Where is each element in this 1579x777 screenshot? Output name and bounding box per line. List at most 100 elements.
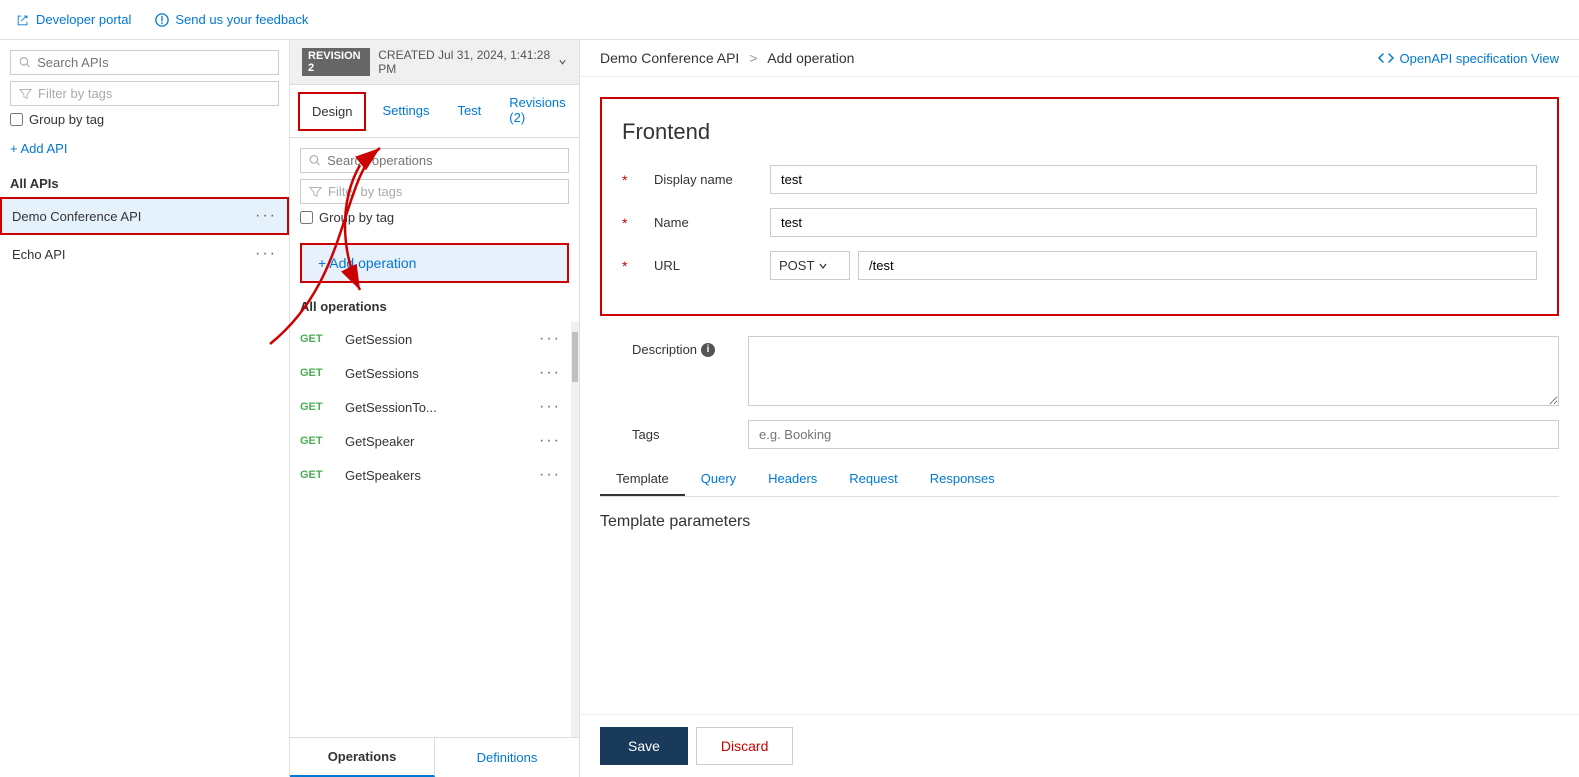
right-panel: Demo Conference API > Add operation Open… (580, 40, 1579, 777)
search-icon (19, 56, 31, 69)
frontend-section: Frontend * Display name * Name * URL (600, 97, 1559, 316)
tab-revisions[interactable]: Revisions (2) (497, 85, 577, 137)
bottom-tab-operations[interactable]: Operations (290, 738, 435, 777)
description-textarea[interactable] (748, 336, 1559, 406)
name-input[interactable] (770, 208, 1537, 237)
center-filter-icon (309, 185, 322, 198)
operation-get-session-to[interactable]: GET GetSessionTo... ··· (290, 390, 571, 424)
url-row: * URL POST (622, 251, 1537, 280)
method-value: POST (779, 258, 814, 273)
filter-icon (19, 87, 32, 100)
center-filter-label: Filter by tags (328, 184, 402, 199)
description-row: Description i (600, 336, 1559, 406)
description-info-icon: i (701, 343, 715, 357)
method-select[interactable]: POST (770, 251, 850, 280)
add-operation-button[interactable]: + Add operation (300, 243, 569, 283)
sub-tab-query[interactable]: Query (685, 463, 752, 496)
code-icon (1378, 50, 1394, 66)
api-item-menu-echo[interactable]: ··· (255, 245, 277, 263)
tags-label: Tags (632, 427, 732, 442)
url-label: URL (654, 258, 754, 273)
bottom-tab-definitions[interactable]: Definitions (435, 738, 579, 777)
search-apis-input[interactable] (37, 55, 270, 70)
operation-menu-get-sessions[interactable]: ··· (539, 364, 561, 382)
operation-name-get-sessionto: GetSessionTo... (345, 400, 437, 415)
operation-name-get-sessions: GetSessions (345, 366, 419, 381)
center-search-area: Filter by tags Group by tag (290, 138, 579, 235)
discard-button[interactable]: Discard (696, 727, 793, 765)
method-badge-get-speakers: GET (300, 469, 335, 481)
tags-input[interactable] (748, 420, 1559, 449)
center-group-by-tag-checkbox[interactable] (300, 211, 313, 224)
external-link-icon (16, 13, 30, 27)
developer-portal-link[interactable]: Developer portal (16, 12, 131, 27)
group-by-tag-row: Group by tag (10, 112, 279, 127)
center-filter-row[interactable]: Filter by tags (300, 179, 569, 204)
api-item-demo[interactable]: Demo Conference API ··· (0, 197, 289, 235)
method-badge-get-sessionto: GET (300, 401, 335, 413)
tab-design[interactable]: Design (298, 92, 366, 131)
search-operations-input[interactable] (327, 153, 560, 168)
save-button[interactable]: Save (600, 727, 688, 765)
feedback-link[interactable]: Send us your feedback (155, 12, 308, 27)
breadcrumb: Demo Conference API > Add operation (600, 50, 854, 66)
operations-list: GET GetSession ··· GET GetSessions ··· G… (290, 322, 571, 737)
template-params-title: Template parameters (600, 513, 1559, 531)
operation-get-sessions[interactable]: GET GetSessions ··· (290, 356, 571, 390)
method-badge-get-sessions: GET (300, 367, 335, 379)
sub-tab-request[interactable]: Request (833, 463, 913, 496)
center-group-by-tag-row: Group by tag (300, 210, 569, 225)
form-area: Frontend * Display name * Name * URL (580, 77, 1579, 714)
tab-test[interactable]: Test (445, 93, 493, 130)
sub-tab-headers[interactable]: Headers (752, 463, 833, 496)
frontend-title: Frontend (622, 119, 1537, 145)
all-operations-label: All operations (290, 291, 579, 322)
method-badge-get-speaker: GET (300, 435, 335, 447)
operation-get-session[interactable]: GET GetSession ··· (290, 322, 571, 356)
chevron-down-icon[interactable] (558, 57, 567, 67)
operation-name-get-session: GetSession (345, 332, 412, 347)
add-api-button[interactable]: + Add API (10, 137, 279, 160)
description-label: Description i (632, 336, 732, 357)
api-item-echo[interactable]: Echo API ··· (0, 235, 289, 273)
operation-get-speakers[interactable]: GET GetSpeakers ··· (290, 458, 571, 492)
name-row: * Name (622, 208, 1537, 237)
group-by-tag-checkbox[interactable] (10, 113, 23, 126)
operation-menu-get-sessionto[interactable]: ··· (539, 398, 561, 416)
operation-menu-get-speakers[interactable]: ··· (539, 466, 561, 484)
url-required: * (622, 258, 627, 274)
openapi-link[interactable]: OpenAPI specification View (1378, 50, 1559, 66)
left-sidebar: Filter by tags Group by tag + Add API Al… (0, 40, 290, 777)
action-bar: Save Discard (580, 714, 1579, 777)
feedback-label: Send us your feedback (175, 12, 308, 27)
breadcrumb-bar: Demo Conference API > Add operation Open… (580, 40, 1579, 77)
scroll-bar[interactable] (571, 322, 579, 737)
tab-settings[interactable]: Settings (370, 93, 441, 130)
sub-tab-template[interactable]: Template (600, 463, 685, 496)
left-filter-row[interactable]: Filter by tags (10, 81, 279, 106)
url-path-input[interactable] (858, 251, 1537, 280)
operation-get-speaker[interactable]: GET GetSpeaker ··· (290, 424, 571, 458)
method-chevron-icon (818, 261, 828, 271)
name-required: * (622, 215, 627, 231)
display-name-input[interactable] (770, 165, 1537, 194)
breadcrumb-api-name: Demo Conference API (600, 50, 739, 66)
api-item-menu-demo[interactable]: ··· (255, 207, 277, 225)
operation-menu-get-speaker[interactable]: ··· (539, 432, 561, 450)
revision-meta: CREATED Jul 31, 2024, 1:41:28 PM (378, 48, 567, 76)
add-operation-label: + Add operation (318, 255, 416, 271)
center-panel: REVISION 2 CREATED Jul 31, 2024, 1:41:28… (290, 40, 580, 777)
operations-search-box[interactable] (300, 148, 569, 173)
url-input-group: POST (770, 251, 1537, 280)
add-api-label: + Add API (10, 141, 67, 156)
method-badge-get-session: GET (300, 333, 335, 345)
operation-name-get-speakers: GetSpeakers (345, 468, 421, 483)
developer-portal-label: Developer portal (36, 12, 131, 27)
left-search-box[interactable] (10, 50, 279, 75)
sub-tab-responses[interactable]: Responses (914, 463, 1011, 496)
sub-tabs: Template Query Headers Request Responses (600, 463, 1559, 497)
operation-menu-get-session[interactable]: ··· (539, 330, 561, 348)
display-name-required: * (622, 172, 627, 188)
api-item-name: Demo Conference API (12, 209, 141, 224)
scroll-thumb[interactable] (572, 332, 578, 382)
